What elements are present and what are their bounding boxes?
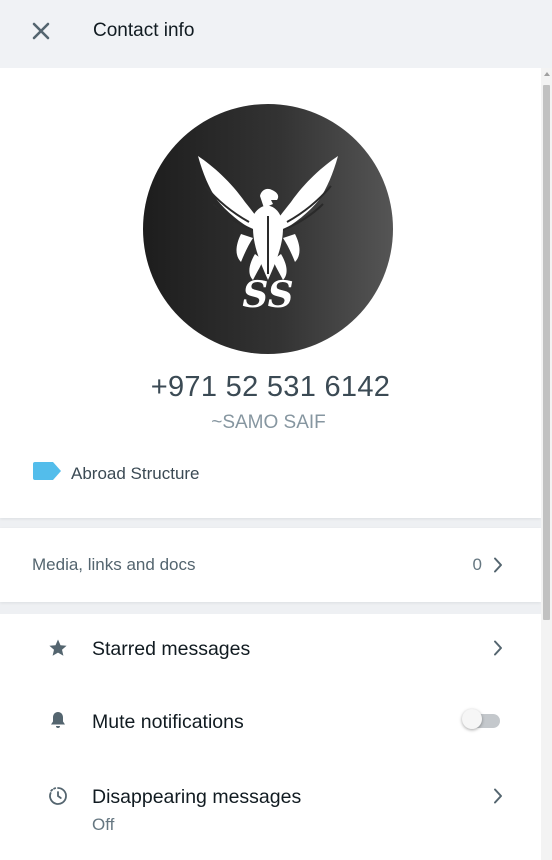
media-links-docs-title: Media, links and docs [32,555,196,574]
contact-push-name: ~SAMO SAIF [211,412,326,433]
mute-notifications-row[interactable]: Mute notifications [0,684,541,758]
contact-phone-number: +971 52 531 6142 [150,371,391,403]
media-count: 0 [472,555,482,574]
disappearing-messages-title: Disappearing messages [92,786,302,808]
chevron-right-icon [494,640,502,656]
media-links-docs-row[interactable]: Media, links and docs 0 [0,528,541,602]
disappearing-timer-icon [49,787,67,805]
label-tag-icon [33,462,61,480]
avatar[interactable]: SS [143,104,393,354]
toggle-knob [462,709,482,729]
scrollbar-up-arrow-icon[interactable] [544,72,550,76]
header-bar: Contact info [0,0,552,68]
eagle-logo-icon: SS [198,156,338,316]
disappearing-messages-status: Off [92,815,115,834]
header-title: Contact info [93,20,195,41]
star-icon [49,639,67,656]
close-icon [32,22,50,40]
profile-section: SS +971 52 531 6142 ~SAMO SAIF Abroad St… [0,68,541,518]
disappearing-messages-content[interactable]: Disappearing messages Off [0,758,541,848]
avatar-monogram: SS [242,274,293,316]
bell-icon [51,712,65,728]
chevron-right-icon [494,788,502,804]
mute-notifications-toggle[interactable] [462,709,502,729]
chevron-right-icon [494,557,502,573]
mute-notifications-title: Mute notifications [92,711,244,733]
scrollbar-thumb[interactable] [543,85,550,620]
close-button[interactable] [27,17,55,45]
label-text: Abroad Structure [71,464,200,483]
contact-info-scroll-area[interactable]: SS +971 52 531 6142 ~SAMO SAIF Abroad St… [0,68,541,860]
starred-messages-title: Starred messages [92,638,251,660]
starred-messages-row[interactable]: Starred messages [0,614,541,684]
